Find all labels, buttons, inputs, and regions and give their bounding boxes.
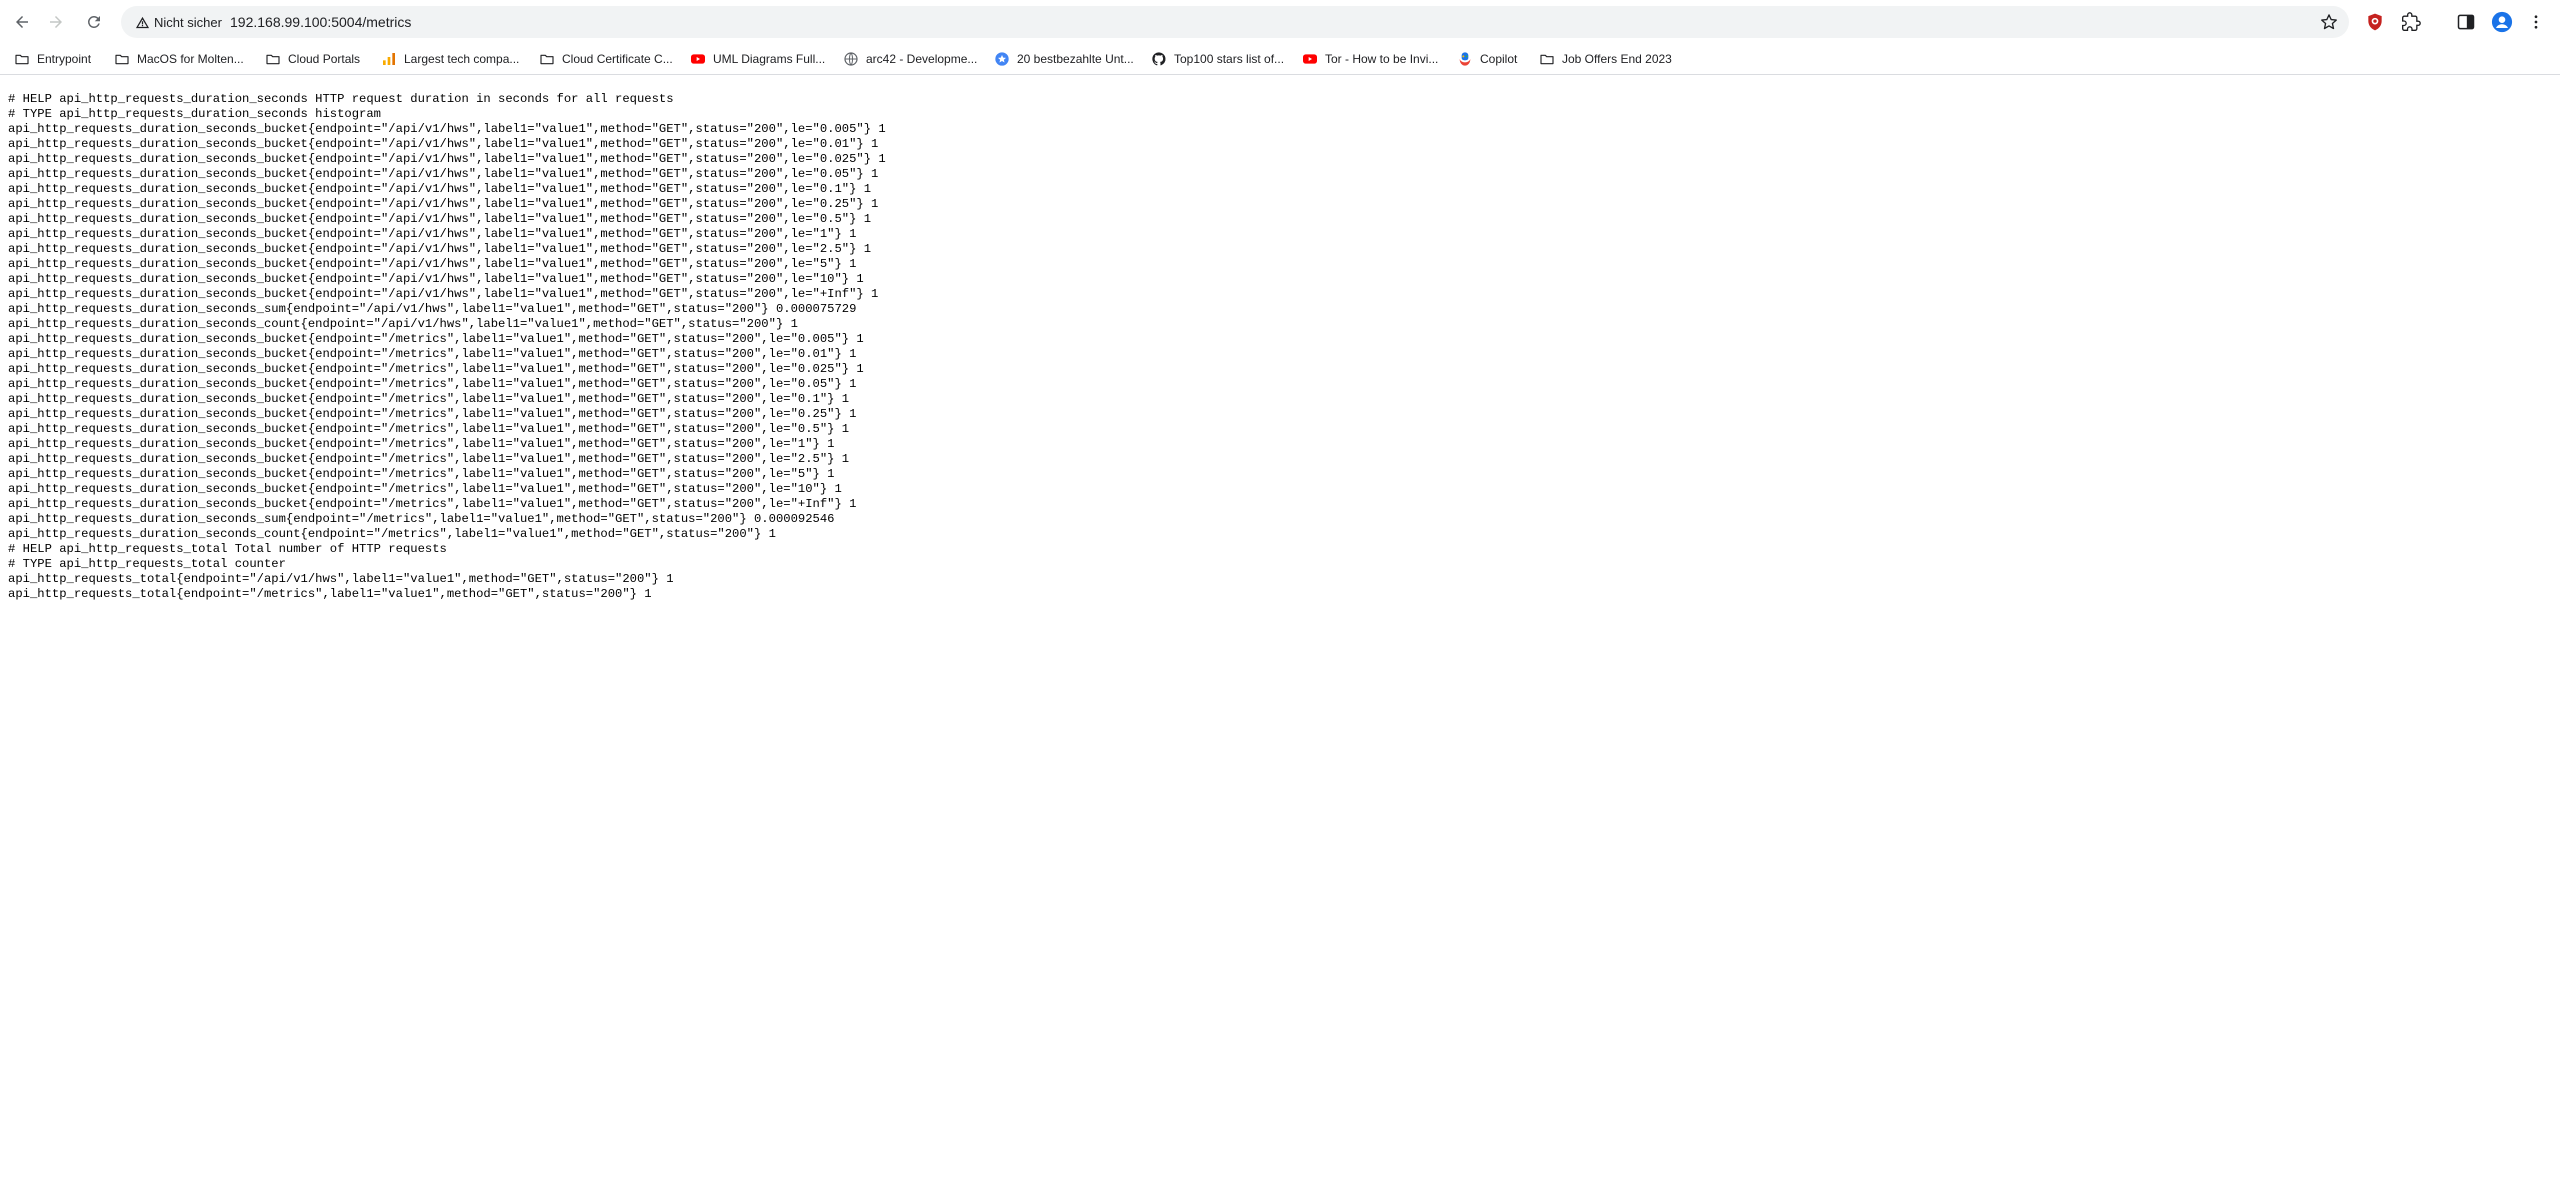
bookmark-label: Top100 stars list of... [1174,52,1285,66]
side-panel-icon [2457,14,2475,30]
metrics-line: api_http_requests_duration_seconds_bucke… [8,467,835,481]
star-badge-icon [994,51,1010,67]
bookmark-label: Job Offers End 2023 [1562,52,1672,66]
bookmark-label: Copilot [1480,52,1518,66]
metrics-text: # HELP api_http_requests_duration_second… [8,92,2552,602]
folder-icon [1539,51,1555,67]
star-icon [2321,14,2337,30]
bookmark-cloud-portals[interactable]: Cloud Portals [259,47,366,71]
ublock-icon [2368,13,2382,31]
puzzle-icon [2402,12,2421,31]
metrics-line: api_http_requests_duration_seconds_bucke… [8,452,850,466]
extension-button[interactable] [2359,6,2391,38]
bookmark-star-button[interactable] [2317,10,2341,34]
globe-icon [843,51,859,67]
address-bar[interactable]: Nicht sicher 192.168.99.100:5004/metrics [121,6,2349,38]
metrics-line: api_http_requests_duration_seconds_bucke… [8,242,872,256]
metrics-line: api_http_requests_duration_seconds_bucke… [8,212,872,226]
metrics-line: api_http_requests_duration_seconds_bucke… [8,482,842,496]
more-vert-icon [2534,15,2538,29]
bookmark-label: UML Diagrams Full... [713,52,826,66]
browser-toolbar: Nicht sicher 192.168.99.100:5004/metrics [0,0,2560,44]
avatar-icon [2491,11,2513,33]
bookmark-label: Entrypoint [37,52,92,66]
bookmark-tor[interactable]: Tor - How to be Invi... [1296,47,1444,71]
metrics-line: api_http_requests_duration_seconds_bucke… [8,227,857,241]
metrics-line: api_http_requests_duration_seconds_bucke… [8,332,864,346]
metrics-line: api_http_requests_duration_seconds_sum{e… [8,512,835,526]
bookmarks-bar: Entrypoint MacOS for Molten... Cloud Por… [0,44,2560,75]
metrics-line: api_http_requests_duration_seconds_bucke… [8,257,857,271]
extensions-button[interactable] [2395,6,2427,38]
bookmark-job-offers[interactable]: Job Offers End 2023 [1533,47,1678,71]
back-button[interactable] [6,6,38,38]
metrics-line: api_http_requests_duration_seconds_bucke… [8,392,850,406]
profile-button[interactable] [2486,6,2518,38]
metrics-line: api_http_requests_duration_seconds_bucke… [8,497,857,511]
metrics-line: # TYPE api_http_requests_duration_second… [8,107,381,121]
reload-button[interactable] [78,6,110,38]
bookmark-label: Cloud Certificate C... [562,52,673,66]
folder-icon [114,51,130,67]
bookmark-arc42[interactable]: arc42 - Developme... [837,47,983,71]
metrics-line: api_http_requests_duration_seconds_bucke… [8,377,857,391]
bookmark-cloud-certificate[interactable]: Cloud Certificate C... [533,47,679,71]
bookmark-largest-tech[interactable]: Largest tech compa... [375,47,525,71]
folder-icon [265,51,281,67]
bookmark-label: MacOS for Molten... [137,52,244,66]
metrics-line: api_http_requests_duration_seconds_bucke… [8,347,857,361]
metrics-line: api_http_requests_duration_seconds_bucke… [8,407,857,421]
side-panel-button[interactable] [2450,6,2482,38]
metrics-line: api_http_requests_duration_seconds_count… [8,317,798,331]
metrics-line: # TYPE api_http_requests_total counter [8,557,286,571]
metrics-line: api_http_requests_total{endpoint="/metri… [8,587,652,601]
metrics-line: api_http_requests_duration_seconds_bucke… [8,197,879,211]
bookmark-label: Cloud Portals [288,52,361,66]
bookmark-20-bestbezahlte[interactable]: 20 bestbezahlte Unt... [988,47,1140,71]
metrics-line: # HELP api_http_requests_duration_second… [8,92,674,106]
arrow-right-icon [50,16,62,28]
arrow-left-icon [16,16,28,28]
bookmark-label: Tor - How to be Invi... [1325,52,1439,66]
security-label: Nicht sicher [154,14,222,30]
bookmark-top100-stars[interactable]: Top100 stars list of... [1145,47,1290,71]
bookmark-entrypoint[interactable]: Entrypoint [8,47,97,71]
metrics-line: api_http_requests_duration_seconds_bucke… [8,362,864,376]
copilot-icon [1457,51,1473,67]
metrics-line: # HELP api_http_requests_total Total num… [8,542,447,556]
site-info-chip[interactable]: Nicht sicher [129,10,228,34]
menu-button[interactable] [2520,6,2552,38]
metrics-line: api_http_requests_duration_seconds_bucke… [8,437,835,451]
metrics-line: api_http_requests_duration_seconds_count… [8,527,776,541]
reload-icon [87,15,100,28]
warning-icon [135,16,150,28]
github-icon [1151,51,1167,67]
bookmark-label: Largest tech compa... [404,52,520,66]
metrics-line: api_http_requests_duration_seconds_bucke… [8,167,879,181]
metrics-line: api_http_requests_duration_seconds_bucke… [8,182,872,196]
youtube-icon [1302,51,1318,67]
folder-icon [539,51,555,67]
metrics-line: api_http_requests_total{endpoint="/api/v… [8,572,674,586]
bar-chart-icon [381,51,397,67]
youtube-icon [690,51,706,67]
metrics-line: api_http_requests_duration_seconds_sum{e… [8,302,857,316]
url-text[interactable]: 192.168.99.100:5004/metrics [230,6,411,38]
folder-icon [14,51,30,67]
forward-button[interactable] [40,6,72,38]
metrics-line: api_http_requests_duration_seconds_bucke… [8,287,879,301]
metrics-line: api_http_requests_duration_seconds_bucke… [8,422,850,436]
metrics-line: api_http_requests_duration_seconds_bucke… [8,137,879,151]
bookmark-copilot[interactable]: Copilot [1451,47,1523,71]
bookmark-macos[interactable]: MacOS for Molten... [108,47,250,71]
metrics-line: api_http_requests_duration_seconds_bucke… [8,152,886,166]
bookmark-uml-diagrams[interactable]: UML Diagrams Full... [684,47,831,71]
bookmark-label: 20 bestbezahlte Unt... [1017,52,1134,66]
bookmark-label: arc42 - Developme... [866,52,978,66]
metrics-line: api_http_requests_duration_seconds_bucke… [8,272,864,286]
metrics-line: api_http_requests_duration_seconds_bucke… [8,122,886,136]
